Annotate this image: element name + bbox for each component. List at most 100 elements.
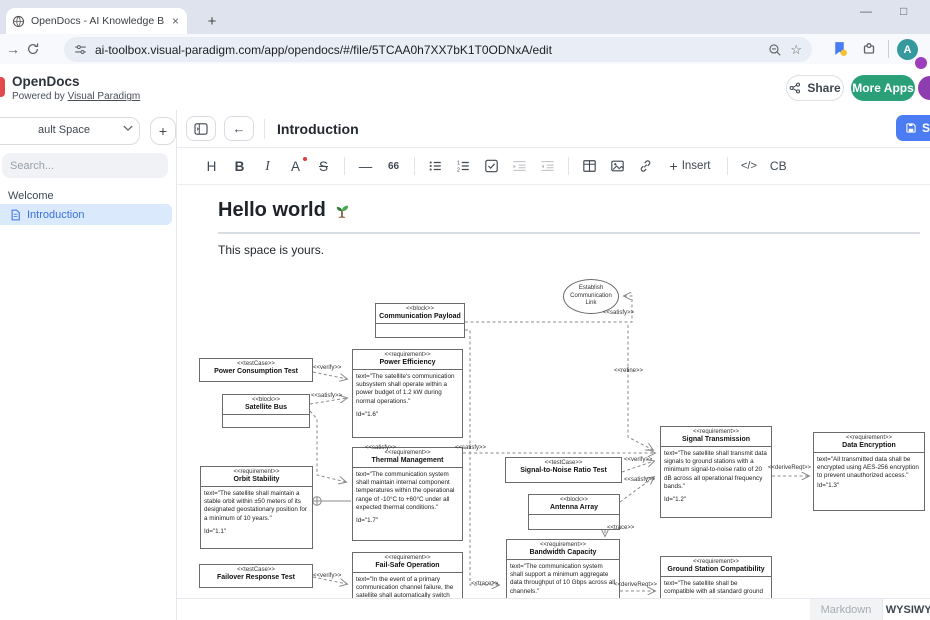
app-title: OpenDocs xyxy=(12,74,80,89)
node-orbit-stability: <<requirement>>Orbit Stability text="The… xyxy=(200,466,313,549)
app-logo xyxy=(0,77,5,97)
new-tab-button[interactable]: + xyxy=(200,9,224,33)
requirements-diagram[interactable]: Establish Communication Link <<block>>Co… xyxy=(177,185,930,598)
node-signal-transmission: <<requirement>>Signal Transmission text=… xyxy=(660,426,772,518)
edge-label-verify: <<verify>> xyxy=(313,365,341,371)
divider xyxy=(264,119,265,139)
doc-title: Introduction xyxy=(277,121,359,137)
browser-tab[interactable]: OpenDocs - AI Knowledge Base × xyxy=(6,8,187,34)
svg-text:1: 1 xyxy=(457,160,460,166)
sidebar: ault Space + Welcome Introduction xyxy=(0,110,177,620)
italic-button[interactable]: I xyxy=(260,158,275,174)
divider xyxy=(568,157,569,175)
node-ground-station-compatibility: <<requirement>>Ground Station Compatibil… xyxy=(660,556,772,598)
tab-close-icon[interactable]: × xyxy=(170,14,181,28)
sidebar-section-welcome: Welcome xyxy=(8,190,54,202)
site-info-icon[interactable] xyxy=(74,43,87,56)
edge-label-verify: <<verify>> xyxy=(624,457,652,463)
edge-label-derivereqt: <<deriveReqt>> xyxy=(768,465,811,471)
color-dot xyxy=(303,157,307,161)
notification-dot xyxy=(915,57,927,69)
node-power-consumption-test: <<testCase>>Power Consumption Test xyxy=(199,358,313,382)
save-button[interactable]: Save xyxy=(896,115,930,141)
bold-button[interactable]: B xyxy=(232,159,247,174)
tab-markdown[interactable]: Markdown xyxy=(810,599,883,620)
quote-button[interactable]: 66 xyxy=(386,161,401,172)
horizontal-rule-button[interactable]: — xyxy=(358,159,373,174)
outdent-button[interactable] xyxy=(540,159,555,173)
insert-button[interactable]: + Insert xyxy=(666,158,714,174)
zoom-out-icon[interactable] xyxy=(768,43,782,57)
save-icon xyxy=(905,122,917,134)
node-failover-response-test: <<testCase>>Failover Response Test xyxy=(199,564,313,588)
powered-by: Powered by Visual Paradigm xyxy=(12,91,140,102)
usecase-establish-communication-link: Establish Communication Link xyxy=(563,279,619,314)
document-icon xyxy=(10,209,21,221)
code-button[interactable]: </> xyxy=(741,160,757,172)
indent-button[interactable] xyxy=(512,159,527,173)
font-color-button[interactable]: A xyxy=(288,159,303,174)
url-text: ai-toolbox.visual-paradigm.com/app/opend… xyxy=(95,43,760,57)
share-button[interactable]: Share xyxy=(786,75,844,101)
toolbar-divider xyxy=(888,40,889,58)
link-button[interactable] xyxy=(638,159,653,173)
toggle-sidebar-button[interactable] xyxy=(186,116,216,141)
omnibox[interactable]: ai-toolbox.visual-paradigm.com/app/opend… xyxy=(64,37,812,62)
window-minimize-button[interactable]: — xyxy=(860,4,872,18)
add-space-button[interactable]: + xyxy=(150,117,176,145)
svg-text:2: 2 xyxy=(457,167,460,173)
browser-profile-avatar[interactable]: A xyxy=(897,39,918,60)
tab-strip: OpenDocs - AI Knowledge Base × + — □ xyxy=(0,0,930,34)
edge-label-satisfy: <<satisfy>> xyxy=(365,445,396,451)
edge-label-derivereqt: <<deriveReqt>> xyxy=(614,582,657,588)
space-selector-label: ault Space xyxy=(38,124,90,136)
favicon-globe-icon xyxy=(12,15,25,28)
more-apps-button[interactable]: More Apps xyxy=(851,75,915,101)
node-communication-payload: <<block>>Communication Payload xyxy=(375,303,465,338)
window-maximize-button[interactable]: □ xyxy=(900,4,907,18)
divider xyxy=(344,157,345,175)
visual-paradigm-link[interactable]: Visual Paradigm xyxy=(68,91,141,102)
edge-label-satisfy: <<satisfy>> xyxy=(603,310,634,316)
strikethrough-button[interactable]: S xyxy=(316,159,331,174)
edge-label-satisfy: <<satisfy>> xyxy=(624,477,655,483)
tab-wysiwyg[interactable]: WYSIWYG xyxy=(883,599,930,620)
app-header: OpenDocs Powered by Visual Paradigm Shar… xyxy=(0,64,930,111)
sidebar-item-introduction[interactable]: Introduction xyxy=(0,204,172,225)
image-button[interactable] xyxy=(610,159,625,173)
editor-toolbar: H B I A S — 66 12 xyxy=(177,148,930,185)
saved-bookmark-badge-icon[interactable] xyxy=(831,40,848,57)
divider xyxy=(727,157,728,175)
edge-label-trace: <<trace>> xyxy=(607,525,634,531)
search-input[interactable] xyxy=(2,153,168,178)
back-button[interactable]: ← xyxy=(224,116,254,141)
document-content[interactable]: Hello world This space is yours. xyxy=(177,185,930,598)
node-data-encryption: <<requirement>>Data Encryption text="All… xyxy=(813,432,925,511)
heading-button[interactable]: H xyxy=(204,159,219,174)
share-icon xyxy=(789,82,801,94)
forward-button[interactable]: → xyxy=(0,41,26,57)
edge-label-satisfy: <<satisfy>> xyxy=(455,445,486,451)
editor-mode-bar: Markdown WYSIWYG xyxy=(177,598,930,620)
sidebar-item-label: Introduction xyxy=(27,209,84,221)
code-block-button[interactable]: CB xyxy=(770,159,787,173)
browser-window: OpenDocs - AI Knowledge Base × + — □ → a… xyxy=(0,0,930,620)
node-signal-to-noise-ratio-test: <<testCase>>Signal-to-Noise Ratio Test xyxy=(505,457,622,483)
node-bandwidth-capacity: <<requirement>>Bandwidth Capacity text="… xyxy=(506,539,620,598)
reload-button[interactable] xyxy=(26,42,52,56)
divider xyxy=(414,157,415,175)
bullet-list-button[interactable] xyxy=(428,159,443,173)
extensions-puzzle-icon[interactable] xyxy=(861,40,877,56)
checkbox-list-button[interactable] xyxy=(484,159,499,173)
edge-label-verify: <<verify>> xyxy=(313,573,341,579)
node-thermal-management: <<requirement>>Thermal Management text="… xyxy=(352,447,463,541)
editor-header: ← Introduction Save xyxy=(177,110,930,148)
chevron-down-icon xyxy=(123,125,133,132)
user-avatar[interactable] xyxy=(918,76,930,100)
bookmark-star-icon[interactable]: ☆ xyxy=(790,42,802,58)
table-button[interactable] xyxy=(582,159,597,173)
node-fail-safe-operation: <<requirement>>Fail-Safe Operation text=… xyxy=(352,552,463,598)
node-power-efficiency: <<requirement>>Power Efficiency text="Th… xyxy=(352,349,463,438)
numbered-list-button[interactable]: 12 xyxy=(456,159,471,173)
edge-label-satisfy: <<satisfy>> xyxy=(311,393,342,399)
